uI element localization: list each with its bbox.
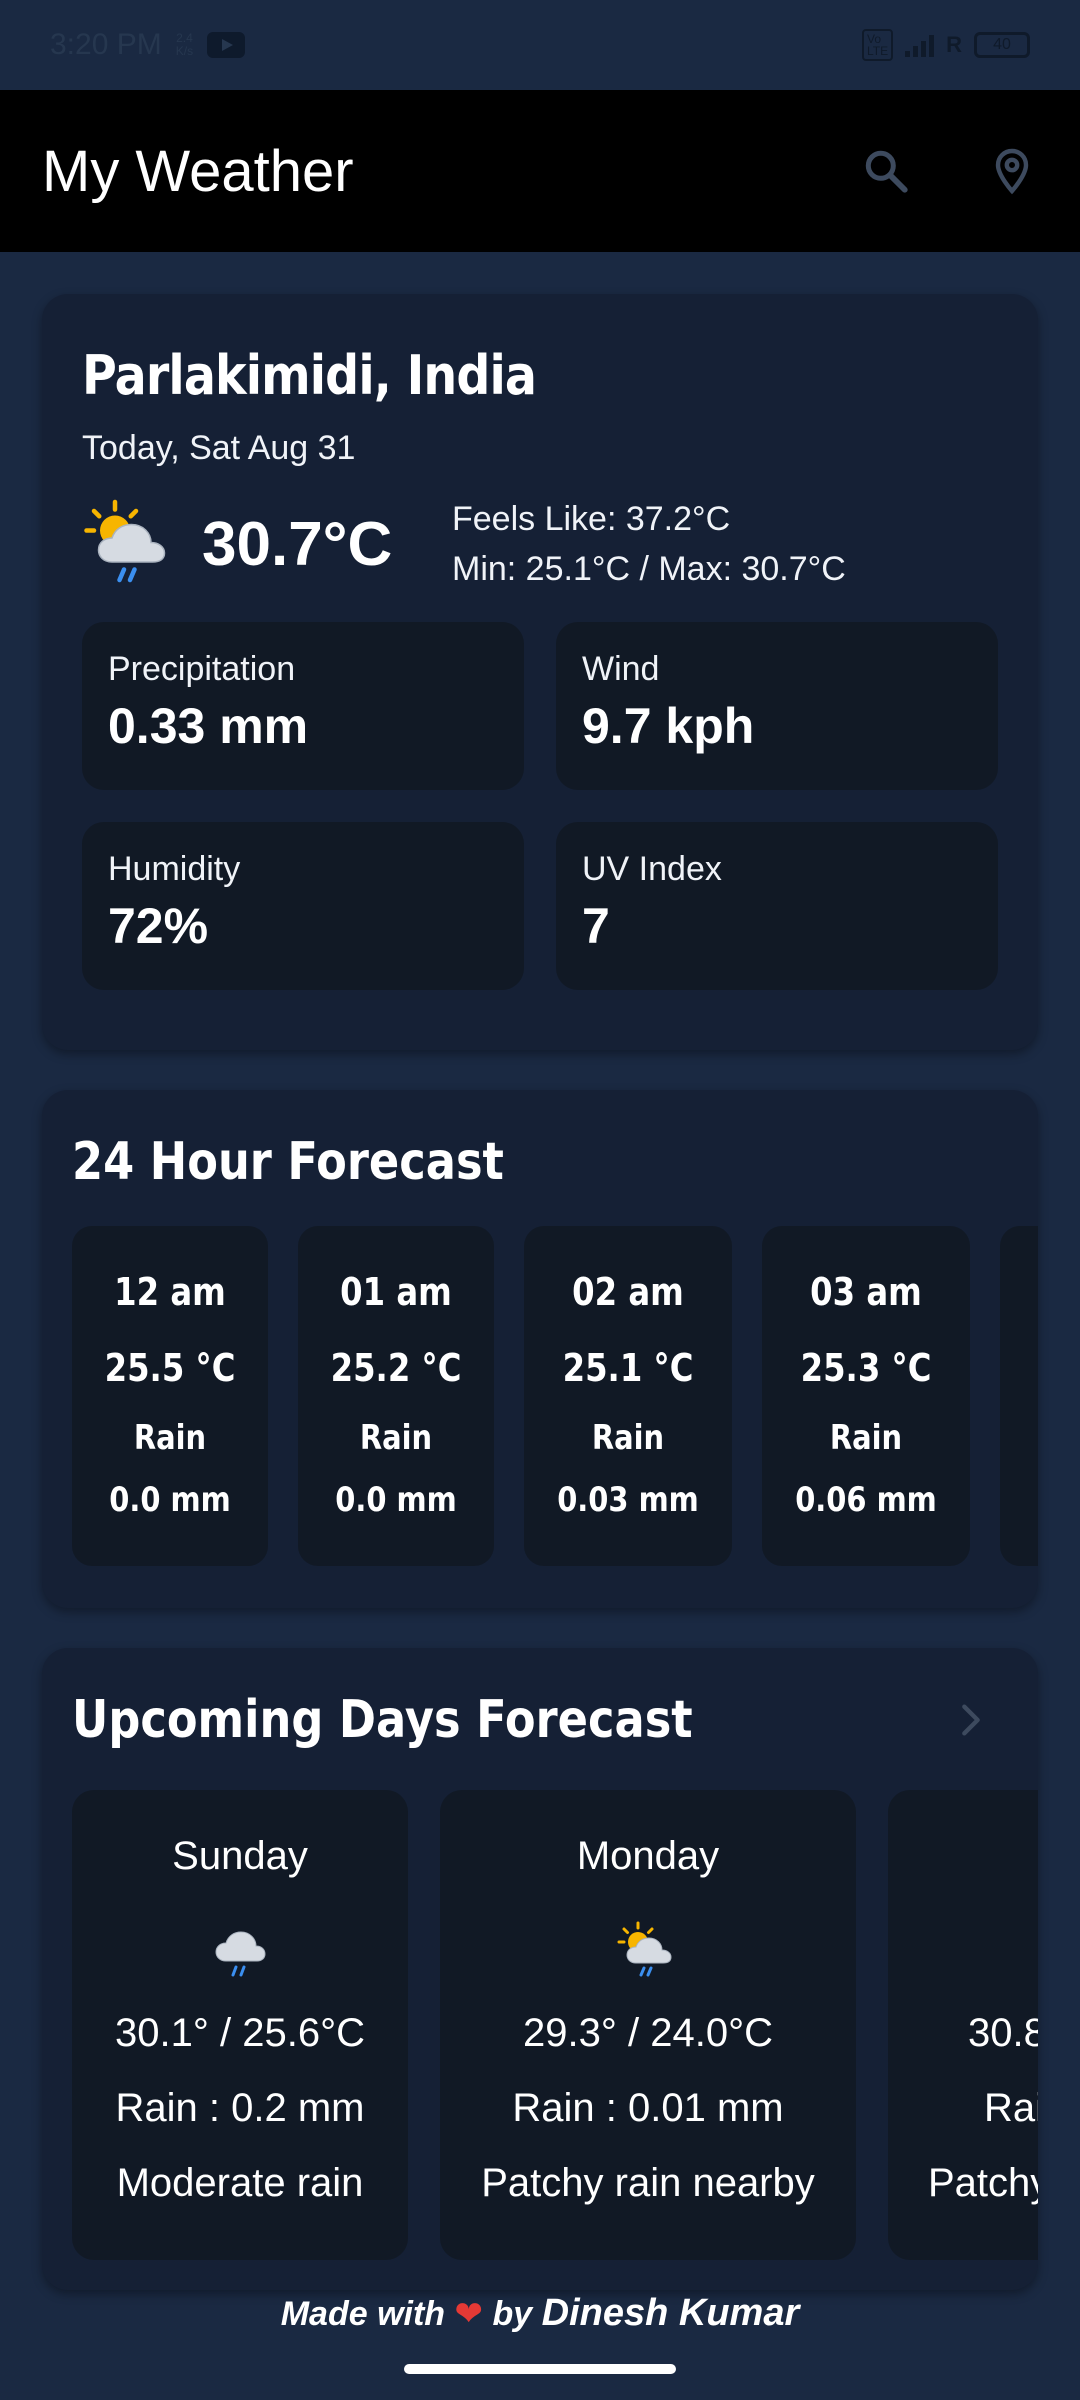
status-left: 3:20 PM 2.4 K/s [50,28,246,62]
heart-icon: ❤ [454,2295,484,2333]
hour-condition: Rain [133,1418,207,1458]
stats-grid: Precipitation 0.33 mm Wind 9.7 kph Humid… [82,622,998,990]
day-temp: 29.3° / 24.0°C [523,2011,773,2055]
hour-time: 12 am [114,1270,226,1314]
day-card-partial[interactable]: T 30.8 Rain Patchy [888,1790,1038,2260]
day-name: Monday [576,1834,720,1878]
stat-value: 9.7 kph [582,698,755,754]
day-rain: Rain [984,2086,1038,2130]
stat-label: Humidity [108,850,241,888]
volte-icon: Vo LTE [861,29,894,61]
daily-forecast-title: Upcoming Days Forecast [72,1690,693,1750]
day-rain: Rain : 0.2 mm [115,2086,365,2130]
search-button[interactable] [858,143,914,199]
day-rain: Rain : 0.01 mm [512,2086,784,2130]
stat-wind: Wind 9.7 kph [556,622,998,790]
feels-like: Feels Like: 37.2°C [452,500,731,538]
status-time: 3:20 PM [50,28,162,61]
hour-condition: Rain [359,1418,433,1458]
min-max: Min: 25.1°C / Max: 30.7°C [452,550,846,588]
hour-time: 01 am [340,1270,452,1314]
search-icon [865,150,908,193]
chevron-right-icon[interactable] [958,1700,984,1740]
network-speed: 2.4 K/s [176,32,193,58]
stat-label: Wind [582,650,660,688]
daily-forecast-list[interactable]: Sunday 30.1° / 25.6°C Rain : 0.2 mm Mode… [72,1790,1038,2260]
hour-card-partial [1000,1226,1038,1566]
app-title: My Weather [42,138,354,204]
location-button[interactable] [984,143,1040,199]
hour-rain: 0.0 mm [109,1480,231,1520]
home-indicator[interactable] [404,2364,676,2374]
stat-value: 0.33 mm [108,698,309,754]
day-card[interactable]: Monday 29.3° / 24.0°C Rain : 0.01 mm Pat… [440,1790,856,2260]
day-card[interactable]: Sunday 30.1° / 25.6°C Rain : 0.2 mm Mode… [72,1790,408,2260]
location-name: Parlakimidi, India [82,344,537,407]
hour-temp: 25.5 °C [104,1346,236,1390]
stat-value: 72% [108,898,209,954]
battery-icon: 40 [974,32,1030,58]
sun-cloud-rain-icon [617,1921,672,1977]
hour-temp: 25.1 °C [562,1346,694,1390]
speed-unit: K/s [175,44,194,58]
current-summary: 30.7°C Feels Like: 37.2°C Min: 25.1°C / … [82,494,998,594]
daily-forecast-header: Upcoming Days Forecast [72,1690,1038,1750]
hour-time: 02 am [572,1270,684,1314]
hour-card: 01 am 25.2 °C Rain 0.0 mm [298,1226,494,1566]
hour-card: 03 am 25.3 °C Rain 0.06 mm [762,1226,970,1566]
hour-rain: 0.03 mm [557,1480,699,1520]
stat-humidity: Humidity 72% [82,822,524,990]
hourly-forecast-list[interactable]: 12 am 25.5 °C Rain 0.0 mm 01 am 25.2 °C … [72,1226,1038,1566]
status-bar: 3:20 PM 2.4 K/s Vo LTE R 40 [0,0,1080,90]
temperature-details: Feels Like: 37.2°C Min: 25.1°C / Max: 30… [452,494,846,594]
roaming-indicator: R [946,32,962,57]
hour-time: 03 am [810,1270,922,1314]
daily-forecast-card: Upcoming Days Forecast Sunday 30.1° / 25… [42,1648,1038,2290]
app-actions [858,143,1040,199]
hour-condition: Rain [829,1418,903,1458]
day-condition: Patchy rain nearby [481,2161,815,2205]
current-weather-card: Parlakimidi, India Today, Sat Aug 31 30.… [42,294,1038,1050]
status-right: Vo LTE R 40 [861,29,1030,61]
stat-label: UV Index [582,850,722,888]
day-name: Sunday [172,1834,308,1878]
hour-rain: 0.06 mm [795,1480,937,1520]
day-icon-placeholder [928,1879,1038,1983]
day-name: T [928,1834,1038,1879]
day-condition: Moderate rain [116,2161,364,2205]
stat-uv-index: UV Index 7 [556,822,998,990]
hourly-forecast-card: 24 Hour Forecast 12 am 25.5 °C Rain 0.0 … [42,1090,1038,1608]
footer-credit: Made with ❤ by Dinesh Kumar [0,2292,1080,2335]
current-temperature: 30.7°C [202,509,393,579]
current-date: Today, Sat Aug 31 [82,429,356,467]
app-bar: My Weather [0,90,1080,252]
stat-label: Precipitation [108,650,296,688]
stat-value: 7 [582,898,610,954]
hour-temp: 25.3 °C [800,1346,932,1390]
cloud-rain-icon [215,1931,266,1977]
hour-card: 02 am 25.1 °C Rain 0.03 mm [524,1226,732,1566]
author-name: Dinesh Kumar [541,2292,800,2334]
made-with-text: Made with [280,2295,446,2333]
location-pin-icon [995,148,1029,195]
hour-card: 12 am 25.5 °C Rain 0.0 mm [72,1226,268,1566]
hour-temp: 25.2 °C [330,1346,462,1390]
sun-cloud-rain-icon [84,499,166,583]
hourly-forecast-title: 24 Hour Forecast [72,1132,504,1192]
speed-value: 2.4 [176,31,193,45]
signal-icon [905,33,935,57]
hour-condition: Rain [591,1418,665,1458]
by-text: by [492,2295,533,2333]
youtube-icon [207,32,246,58]
stat-precipitation: Precipitation 0.33 mm [82,622,524,790]
day-condition: Patchy [928,2161,1038,2205]
day-temp: 30.1° / 25.6°C [115,2011,365,2055]
day-temp: 30.8 [968,2011,1038,2055]
hour-rain: 0.0 mm [335,1480,457,1520]
